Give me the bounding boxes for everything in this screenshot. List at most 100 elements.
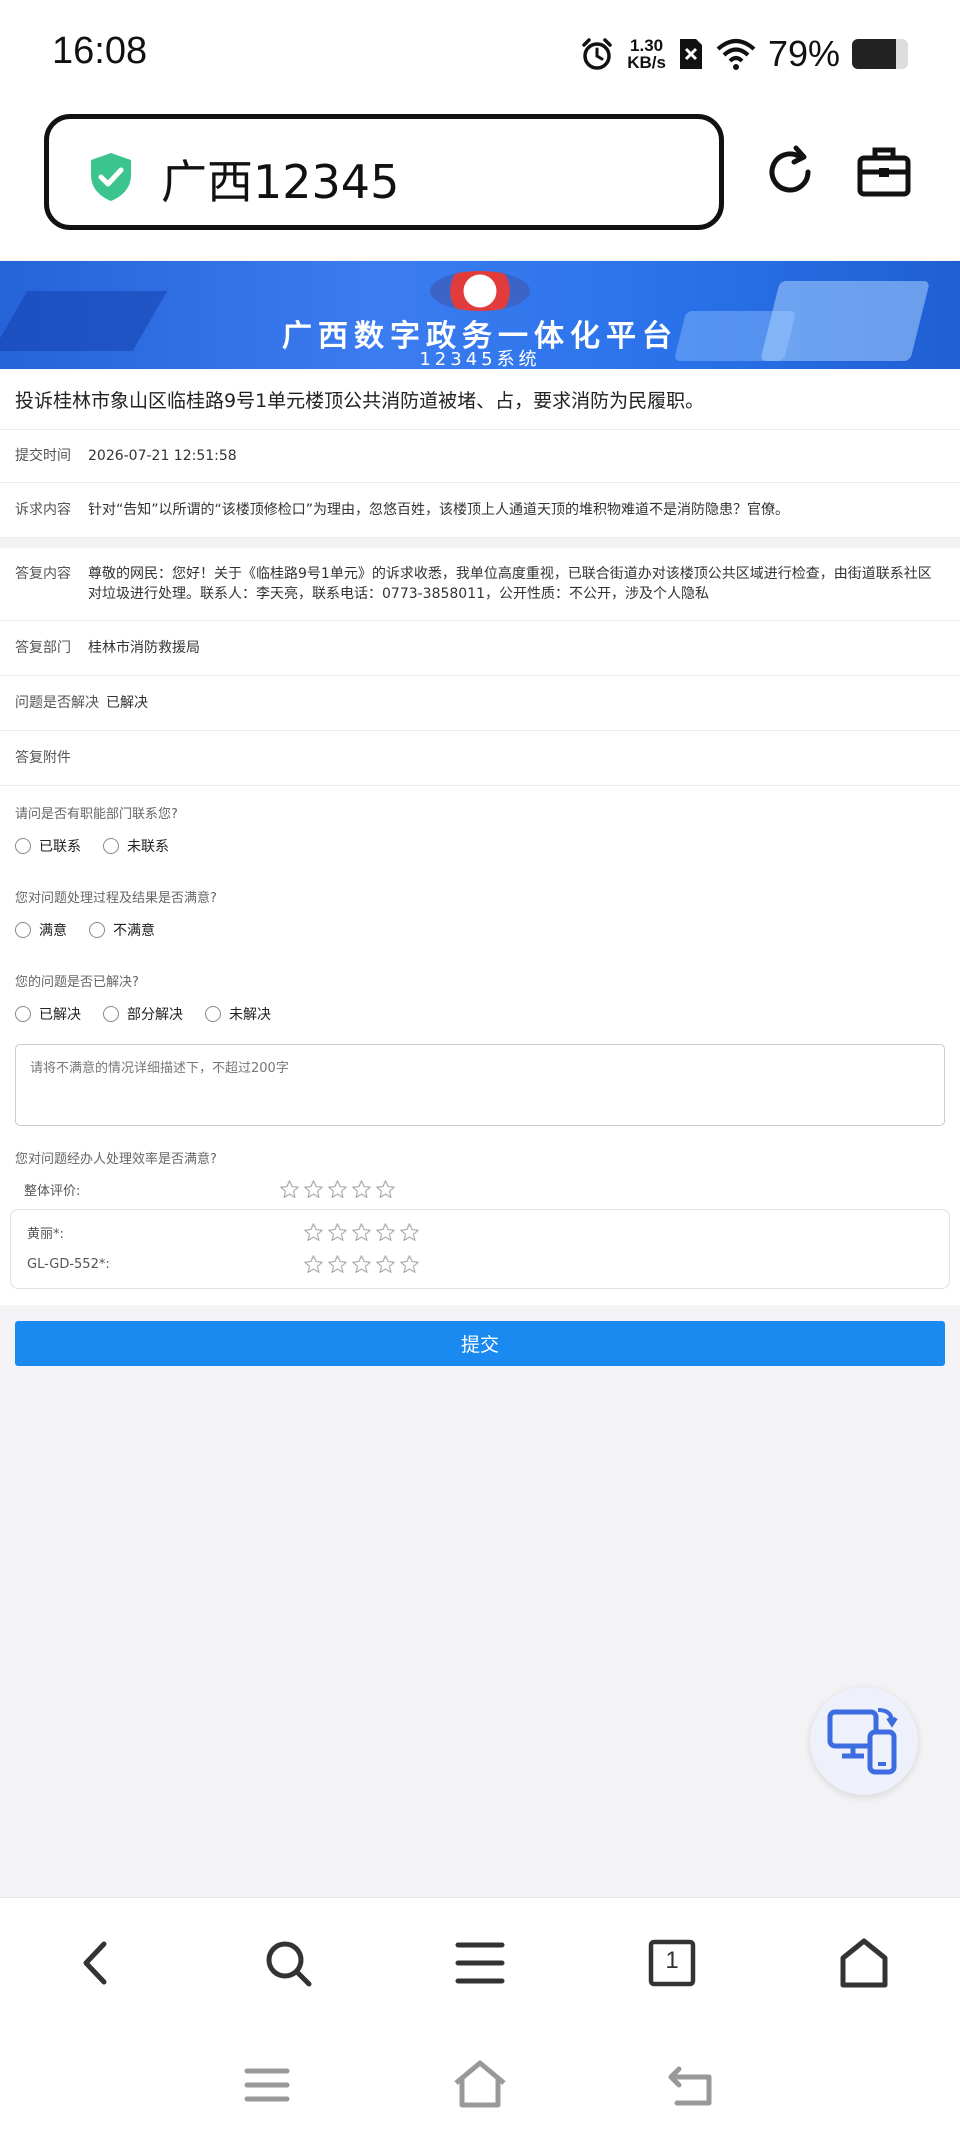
overall-rating-label: 整体评价:	[24, 1183, 81, 1199]
menu-icon	[455, 1942, 505, 1983]
network-speed-value: 1.30	[630, 36, 664, 55]
dept-row: 答复部门 桂林市消防救援局	[0, 621, 960, 676]
question-satisfied: 您对问题处理过程及结果是否满意?	[15, 891, 217, 906]
star-icon[interactable]	[351, 1179, 372, 1200]
attachment-label: 答复附件	[15, 750, 71, 766]
banner-subtitle: 12345系统	[419, 349, 541, 369]
system-home-icon[interactable]	[450, 2055, 510, 2115]
submit-time-label: 提交时间	[15, 448, 71, 464]
alarm-icon	[582, 38, 612, 70]
radio-circle[interactable]	[15, 838, 31, 854]
complaint-title: 投诉桂林市象山区临桂路9号1单元楼顶公共消防道被堵、占，要求消防为民履职。	[0, 369, 960, 430]
content-label: 诉求内容	[15, 502, 71, 518]
search-button[interactable]	[258, 1933, 318, 1993]
radio-circle[interactable]	[15, 1006, 31, 1022]
radio-resolved[interactable]: 已解决	[15, 1004, 81, 1024]
radio-circle[interactable]	[103, 1006, 119, 1022]
question-contacted: 请问是否有职能部门联系您?	[15, 807, 178, 822]
handler1-stars	[303, 1222, 420, 1243]
star-icon[interactable]	[399, 1254, 420, 1275]
question-resolved: 您的问题是否已解决?	[15, 975, 139, 990]
reply-row: 答复内容 尊敬的网民：您好！关于《临桂路9号1单元》的诉求收悉，我单位高度重视，…	[0, 548, 960, 621]
reload-icon[interactable]	[760, 142, 820, 202]
feedback-placeholder: 请将不满意的情况详细描述下，不超过200字	[30, 1061, 289, 1076]
system-back-icon[interactable]	[663, 2055, 723, 2115]
resolved-label: 问题是否解决	[15, 695, 99, 711]
star-icon[interactable]	[303, 1254, 324, 1275]
wifi-icon	[716, 39, 756, 70]
star-icon[interactable]	[375, 1222, 396, 1243]
radio-group-satisfied: 满意 不满意	[0, 906, 960, 950]
star-icon[interactable]	[303, 1179, 324, 1200]
feedback-textarea[interactable]: 请将不满意的情况详细描述下，不超过200字	[15, 1044, 945, 1126]
resolved-value: 已解决	[106, 695, 148, 711]
submit-button[interactable]: 提交	[15, 1321, 945, 1366]
handler1-rating-row: 黄丽*:	[11, 1216, 949, 1248]
menu-button[interactable]	[450, 1933, 510, 1993]
submit-time-value: 2026-07-21 12:51:58	[88, 448, 237, 464]
platform-logo	[430, 271, 530, 311]
battery-icon	[852, 39, 908, 69]
star-icon[interactable]	[303, 1222, 324, 1243]
battery-percent: 79%	[767, 33, 840, 74]
handler2-rating-row: GL-GD-552*:	[11, 1248, 949, 1280]
resolved-row: 问题是否解决 已解决	[0, 676, 960, 731]
handler2-label: GL-GD-552*:	[27, 1256, 110, 1272]
radio-contacted-yes[interactable]: 已联系	[15, 836, 81, 856]
address-bar[interactable]: 广西12345	[44, 114, 724, 230]
star-icon[interactable]	[351, 1254, 372, 1275]
status-icons: 1.30 KB/s 79%	[579, 30, 908, 78]
radio-contacted-no[interactable]: 未联系	[103, 836, 169, 856]
site-banner: 广西数字政务一体化平台 12345系统	[0, 261, 960, 369]
dept-value: 桂林市消防救援局	[88, 640, 200, 656]
radio-unresolved[interactable]: 未解决	[205, 1004, 271, 1024]
reply-value: 尊敬的网民：您好！关于《临桂路9号1单元》的诉求收悉，我单位高度重视，已联合街道…	[88, 566, 932, 602]
complaint-detail: 投诉桂林市象山区临桂路9号1单元楼顶公共消防道被堵、占，要求消防为民履职。 提交…	[0, 369, 960, 1382]
network-speed: 1.30 KB/s	[627, 37, 666, 71]
star-icon[interactable]	[375, 1254, 396, 1275]
radio-circle[interactable]	[103, 838, 119, 854]
status-time: 16:08	[52, 30, 148, 72]
radio-circle[interactable]	[205, 1006, 221, 1022]
address-text: 广西12345	[161, 155, 400, 209]
device-switch-button[interactable]	[810, 1687, 918, 1795]
star-icon[interactable]	[327, 1179, 348, 1200]
toolbox-icon[interactable]	[854, 142, 914, 202]
tabs-button[interactable]: 1	[642, 1933, 702, 1993]
handler1-label: 黄丽*:	[27, 1226, 64, 1242]
radio-partially-resolved[interactable]: 部分解决	[103, 1004, 183, 1024]
submit-time-row: 提交时间 2026-07-21 12:51:58	[0, 430, 960, 483]
star-icon[interactable]	[327, 1254, 348, 1275]
system-nav-bar	[0, 2027, 960, 2140]
network-speed-unit: KB/s	[627, 53, 666, 72]
browser-toolbar: 广西12345	[0, 110, 960, 260]
device-switch-icon	[827, 1708, 898, 1775]
overall-stars	[279, 1179, 396, 1200]
back-button[interactable]	[66, 1933, 126, 1993]
search-icon	[266, 1941, 312, 1986]
content-row: 诉求内容 针对“告知”以所谓的“该楼顶修检口”为理由，忽悠百姓，该楼顶上人通道天…	[0, 483, 960, 538]
overall-rating-row: 整体评价:	[0, 1173, 960, 1205]
radio-group-resolved: 已解决 部分解决 未解决	[0, 990, 960, 1034]
radio-circle[interactable]	[89, 922, 105, 938]
tab-count: 1	[665, 1946, 679, 1974]
star-icon[interactable]	[399, 1222, 420, 1243]
dept-label: 答复部门	[15, 640, 71, 656]
radio-satisfied[interactable]: 满意	[15, 920, 67, 940]
radio-group-contacted: 已联系 未联系	[0, 822, 960, 866]
radio-not-satisfied[interactable]: 不满意	[89, 920, 155, 940]
content-value: 针对“告知”以所谓的“该楼顶修检口”为理由，忽悠百姓，该楼顶上人通道天顶的堆积物…	[88, 502, 790, 518]
recent-apps-icon[interactable]	[237, 2055, 297, 2115]
handler2-stars	[303, 1254, 420, 1275]
radio-circle[interactable]	[15, 922, 31, 938]
star-icon[interactable]	[351, 1222, 372, 1243]
star-icon[interactable]	[327, 1222, 348, 1243]
handler-ratings: 黄丽*: GL-GD-552*:	[10, 1209, 950, 1289]
home-button[interactable]	[834, 1933, 894, 1993]
home-icon	[840, 1938, 888, 1987]
back-icon	[83, 1941, 107, 1984]
browser-bottom-nav: 1	[0, 1897, 960, 2027]
star-icon[interactable]	[375, 1179, 396, 1200]
attachment-row: 答复附件	[0, 731, 960, 786]
star-icon[interactable]	[279, 1179, 300, 1200]
